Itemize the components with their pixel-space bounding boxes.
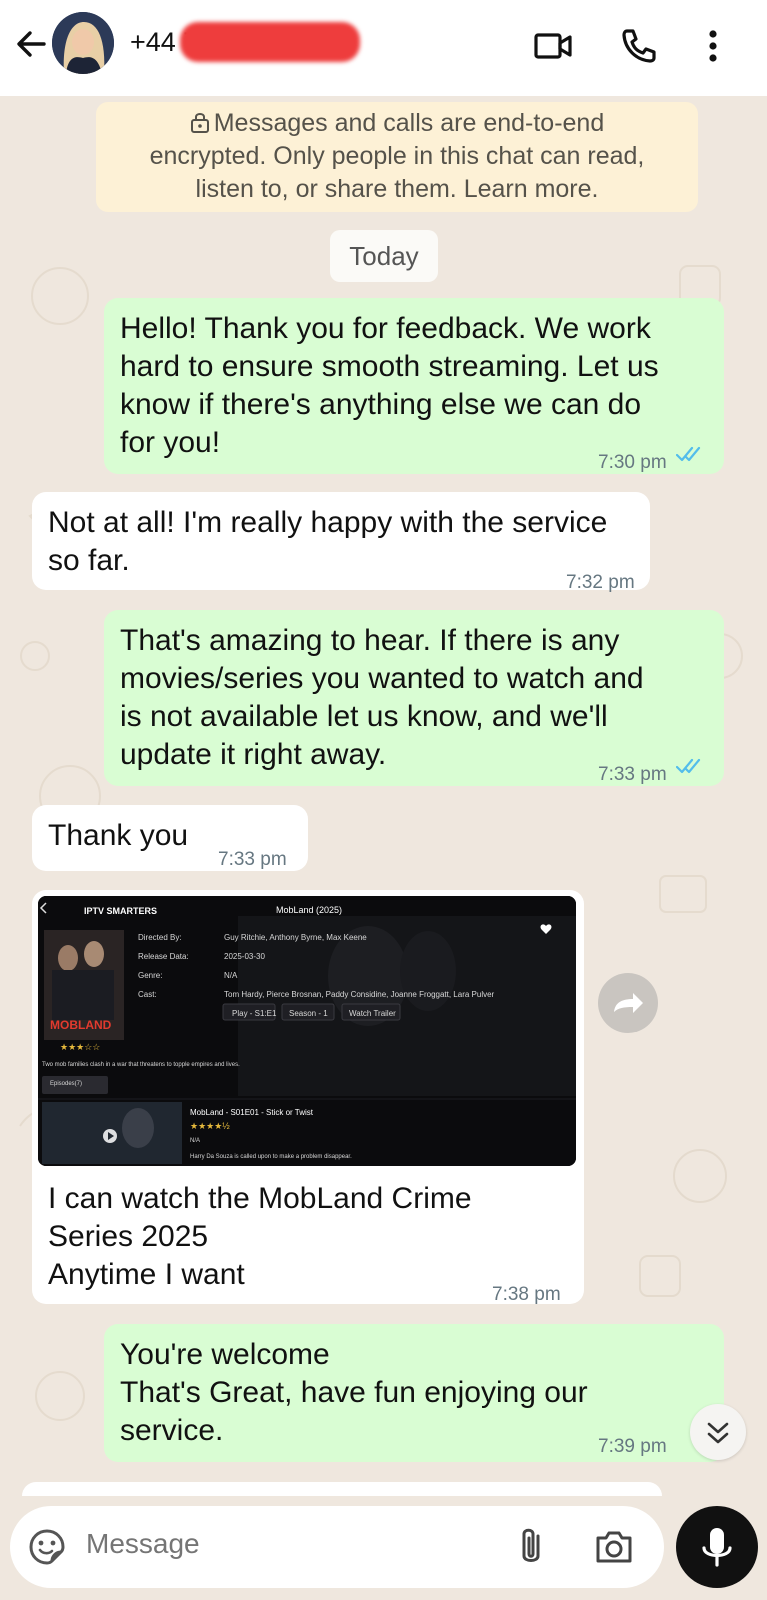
back-arrow-icon[interactable] (10, 24, 50, 64)
video-call-icon[interactable] (533, 26, 573, 66)
voice-message-button[interactable] (676, 1506, 758, 1588)
message-line: You're welcome (120, 1338, 330, 1371)
double-chevron-down-icon (707, 1422, 729, 1444)
forward-button[interactable] (598, 973, 658, 1033)
mic-icon (702, 1528, 732, 1567)
message-time: 7:39 pm (598, 1436, 667, 1457)
trailer-button: Watch Trailer (349, 1009, 396, 1018)
episode-genre: N/A (190, 1138, 201, 1144)
read-ticks-icon (676, 758, 701, 774)
message-line: I can watch the MobLand Crime (48, 1182, 472, 1215)
message-bubble-incoming[interactable]: Not at all! I'm really happy with the se… (32, 492, 650, 593)
episode-title: MobLand - S01E01 - Stick or Twist (190, 1108, 314, 1117)
scroll-to-bottom-button[interactable] (690, 1404, 746, 1460)
emoji-sticker-icon[interactable] (28, 1528, 66, 1566)
message-bubble-outgoing[interactable]: That's amazing to hear. If there is any … (104, 610, 724, 786)
message-line: Not at all! I'm really happy with the se… (48, 506, 608, 539)
message-line: is not available let us know, and we'll (120, 700, 608, 733)
encryption-notice[interactable]: Messages and calls are end-to-end encryp… (96, 102, 698, 212)
play-button: Play - S1:E1 (232, 1009, 277, 1018)
read-ticks-icon (676, 446, 701, 462)
message-time: 7:38 pm (492, 1284, 561, 1305)
attach-icon[interactable] (516, 1526, 546, 1568)
movie-title: MobLand (2025) (276, 905, 343, 915)
more-vertical-icon[interactable] (693, 26, 733, 66)
detail-value: Guy Ritchie, Anthony Byrne, Max Keene (224, 933, 367, 942)
message-line: Series 2025 (48, 1220, 209, 1253)
detail-label: Directed By: (138, 933, 182, 942)
message-bubble-outgoing[interactable]: Hello! Thank you for feedback. We work h… (104, 298, 724, 474)
notice-line-3: listen to, or share them. Learn more. (195, 175, 599, 203)
notice-line-1: Messages and calls are end-to-end (213, 109, 605, 137)
message-line: That's Great, have fun enjoying our (120, 1376, 588, 1409)
episode-description: Harry Da Souza is called upon to make a … (190, 1154, 352, 1160)
message-time: 7:33 pm (598, 764, 667, 785)
episodes-button: Episodes(7) (50, 1081, 83, 1087)
episode-rating-stars: ★★★★½ (190, 1121, 230, 1131)
notice-line-2: encrypted. Only people in this chat can … (149, 142, 645, 170)
message-line: know if there's anything else we can do (120, 388, 642, 421)
message-line: That's amazing to hear. If there is any (120, 624, 620, 657)
detail-value: 2025-03-30 (224, 952, 265, 961)
poster-rating-stars: ★★★☆☆ (60, 1042, 101, 1052)
synopsis: Two mob families clash in a war that thr… (42, 1062, 240, 1068)
chat-header: +44 7 (0, 0, 767, 96)
forward-icon (614, 993, 643, 1013)
phone-icon[interactable] (619, 26, 659, 66)
camera-icon[interactable] (594, 1528, 634, 1566)
avatar[interactable] (52, 12, 114, 74)
message-composer[interactable] (10, 1506, 664, 1588)
message-input[interactable] (86, 1528, 446, 1560)
message-bubble-outgoing[interactable]: You're welcome That's Great, have fun en… (104, 1324, 724, 1462)
detail-value: N/A (224, 971, 238, 980)
poster-title: MOBLAND (50, 1018, 112, 1032)
app-brand: IPTV SMARTERS (84, 906, 158, 916)
message-line: hard to ensure smooth streaming. Let us (120, 350, 659, 383)
message-bubble-incoming[interactable]: Thank you 7:33 pm (32, 805, 308, 871)
message-time: 7:30 pm (598, 452, 667, 473)
shared-screenshot-image[interactable]: IPTV SMARTERS MobLand (2025) Directed By… (38, 896, 576, 1166)
message-time: 7:33 pm (218, 849, 287, 870)
redaction-mark (180, 22, 360, 62)
day-chip: Today (330, 230, 438, 282)
detail-label: Release Data: (138, 952, 189, 961)
image-caption: I can watch the MobLand Crime Series 202… (32, 1174, 584, 1305)
detail-value: Tom Hardy, Pierce Brosnan, Paddy Considi… (224, 990, 495, 999)
message-line: so far. (48, 544, 130, 577)
message-time: 7:32 pm (566, 572, 635, 593)
detail-label: Cast: (138, 990, 157, 999)
detail-label: Genre: (138, 971, 163, 980)
incoming-bubble-edge (22, 1482, 662, 1496)
message-line: Hello! Thank you for feedback. We work (120, 312, 651, 345)
message-line: movies/series you wanted to watch and (120, 662, 644, 695)
season-button: Season - 1 (289, 1009, 328, 1018)
lock-icon (190, 113, 209, 133)
